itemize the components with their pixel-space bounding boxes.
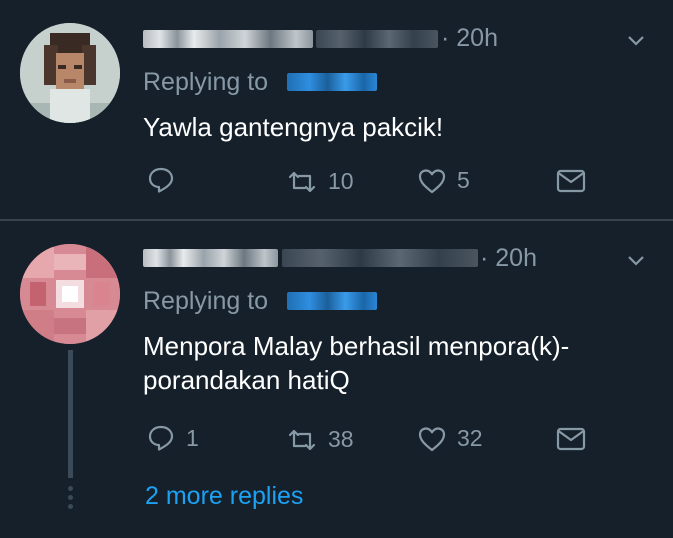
- direct-message-button[interactable]: [556, 427, 586, 451]
- chevron-down-icon[interactable]: [628, 256, 644, 266]
- like-count: 5: [457, 167, 470, 193]
- envelope-icon: [556, 427, 586, 451]
- tweet-text: Yawla gantengnya pakcik!: [143, 112, 444, 142]
- thread-connector-dots: [68, 486, 73, 513]
- like-button[interactable]: 5: [418, 167, 470, 194]
- like-button[interactable]: 32: [418, 425, 483, 452]
- retweet-icon: [288, 171, 316, 192]
- username-redacted[interactable]: [316, 30, 438, 48]
- like-count: 32: [457, 425, 483, 451]
- tweet[interactable]: · 20h Replying to Yawla gantengnya pakci…: [0, 0, 673, 219]
- retweet-count: 38: [328, 426, 354, 452]
- reply-count: 1: [186, 424, 199, 451]
- reply-button[interactable]: [147, 166, 186, 194]
- chevron-down-icon[interactable]: [628, 36, 644, 46]
- retweet-icon: [288, 429, 316, 450]
- tweet-timestamp[interactable]: · 20h: [480, 246, 537, 271]
- more-replies-link[interactable]: 2 more replies: [145, 482, 303, 511]
- display-name-redacted[interactable]: [143, 249, 278, 267]
- avatar[interactable]: [20, 23, 120, 123]
- avatar[interactable]: [20, 244, 120, 344]
- retweet-count: 10: [328, 168, 354, 194]
- replying-to-label: Replying to: [143, 287, 269, 315]
- reply-icon: [148, 425, 174, 451]
- retweet-button[interactable]: 38: [287, 426, 354, 453]
- tweet-text: Menpora Malay berhasil menpora(k)- poran…: [143, 331, 570, 395]
- replying-to-handle-redacted[interactable]: [287, 73, 377, 91]
- heart-icon: [418, 168, 446, 193]
- tweet-timestamp[interactable]: · 20h: [441, 26, 498, 51]
- heart-icon: [418, 426, 446, 451]
- direct-message-button[interactable]: [556, 169, 586, 193]
- display-name-redacted[interactable]: [143, 30, 313, 48]
- reply-icon: [148, 167, 174, 193]
- retweet-button[interactable]: 10: [287, 168, 354, 195]
- reply-button[interactable]: 1: [147, 424, 199, 452]
- replying-to-label: Replying to: [143, 68, 269, 96]
- envelope-icon: [556, 169, 586, 193]
- username-redacted[interactable]: [282, 249, 478, 267]
- thread-connector-line: [68, 350, 73, 478]
- replying-to-handle-redacted[interactable]: [287, 292, 377, 310]
